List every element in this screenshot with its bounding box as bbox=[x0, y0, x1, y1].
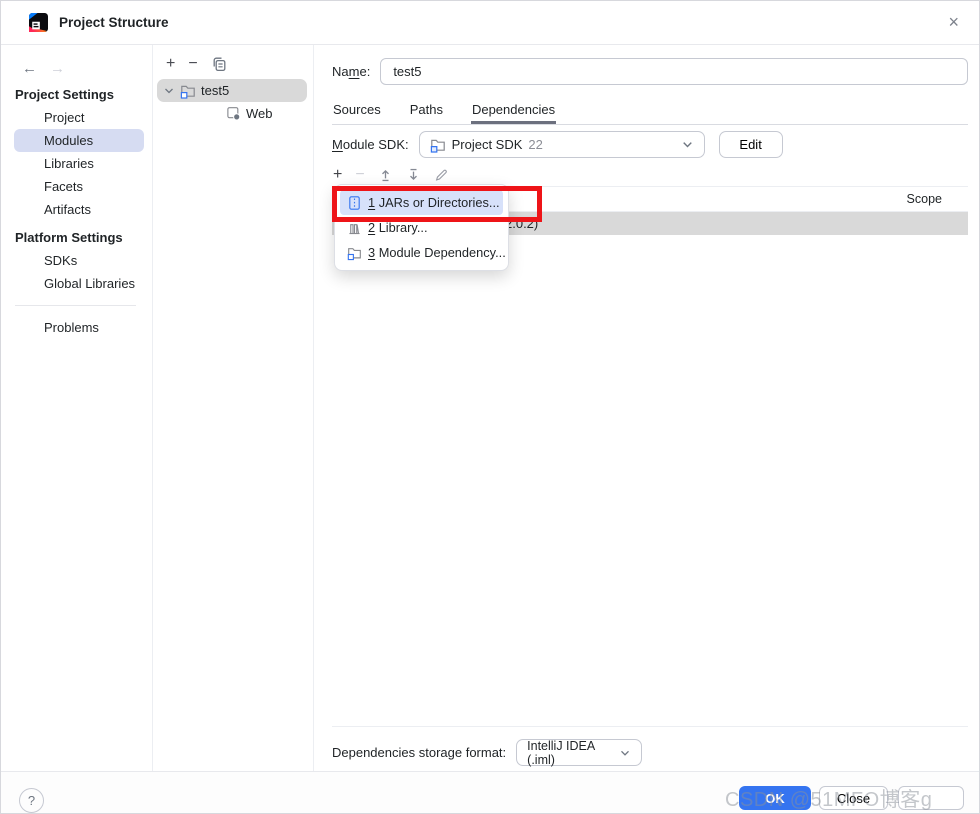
module-sdk-label: Module SDK: bbox=[332, 137, 409, 152]
menu-item-library[interactable]: 2 Library... bbox=[340, 215, 503, 240]
sidebar-divider bbox=[15, 305, 136, 306]
scope-column-header: Scope bbox=[907, 192, 942, 206]
sidebar-item-project[interactable]: Project bbox=[14, 106, 144, 129]
edit-dependency-pencil-icon[interactable] bbox=[434, 167, 449, 183]
project-structure-dialog: Project Structure × ← → Project Settings… bbox=[0, 0, 980, 814]
module-sdk-select[interactable]: Project SDK 22 bbox=[419, 131, 705, 158]
dialog-title: Project Structure bbox=[59, 15, 169, 30]
intellij-idea-logo-icon bbox=[29, 13, 48, 32]
remove-dependency-button[interactable]: − bbox=[355, 166, 364, 184]
add-dependency-button[interactable]: + bbox=[333, 166, 342, 184]
sidebar-item-facets[interactable]: Facets bbox=[14, 175, 144, 198]
storage-format-value: IntelliJ IDEA (.iml) bbox=[527, 739, 613, 767]
module-name-input[interactable] bbox=[380, 58, 968, 85]
menu-item-module-dependency[interactable]: 3 Module Dependency... bbox=[340, 240, 503, 265]
module-icon bbox=[347, 245, 362, 261]
platform-settings-header: Platform Settings bbox=[1, 227, 152, 249]
edit-sdk-button[interactable]: Edit bbox=[719, 131, 783, 158]
help-icon: ? bbox=[28, 793, 35, 808]
module-sdk-version: 22 bbox=[528, 137, 542, 152]
add-module-button[interactable]: + bbox=[166, 55, 175, 73]
project-settings-header: Project Settings bbox=[1, 84, 152, 106]
storage-format-select[interactable]: IntelliJ IDEA (.iml) bbox=[516, 739, 642, 766]
tab-sources[interactable]: Sources bbox=[332, 97, 382, 124]
help-button[interactable]: ? bbox=[19, 788, 44, 813]
tree-row-web[interactable]: Web bbox=[153, 102, 313, 125]
sdk-icon bbox=[430, 137, 446, 153]
editor-tabs: Sources Paths Dependencies bbox=[332, 97, 968, 125]
web-facet-icon bbox=[226, 106, 241, 121]
sidebar-item-global-libraries[interactable]: Global Libraries bbox=[14, 272, 144, 295]
dependencies-toolbar: + − bbox=[333, 165, 449, 185]
tab-dependencies[interactable]: Dependencies bbox=[471, 97, 556, 124]
ok-button[interactable]: OK bbox=[739, 786, 811, 810]
sidebar-item-libraries[interactable]: Libraries bbox=[14, 152, 144, 175]
sidebar-item-modules[interactable]: Modules bbox=[14, 129, 144, 152]
module-tree: test5 Web bbox=[153, 79, 313, 125]
tab-paths[interactable]: Paths bbox=[409, 97, 444, 124]
add-dependency-popup-menu: 1 JARs or Directories... 2 Library... 3 … bbox=[334, 184, 509, 271]
tree-node-label: Web bbox=[246, 106, 273, 121]
copy-module-icon[interactable] bbox=[211, 56, 227, 72]
sidebar-item-problems[interactable]: Problems bbox=[14, 316, 144, 339]
back-arrow-icon[interactable]: ← bbox=[22, 60, 37, 77]
remove-module-button[interactable]: − bbox=[188, 55, 197, 73]
chevron-down-icon bbox=[619, 747, 631, 759]
name-label: Name: bbox=[332, 64, 370, 79]
settings-sidebar: ← → Project Settings Project Modules Lib… bbox=[1, 45, 153, 771]
module-tree-panel: + − test5 bbox=[153, 45, 314, 771]
apply-button[interactable] bbox=[898, 786, 964, 810]
sidebar-item-artifacts[interactable]: Artifacts bbox=[14, 198, 144, 221]
footer-bar: ? OK Close bbox=[1, 771, 979, 814]
title-bar: Project Structure × bbox=[1, 1, 979, 45]
tree-row-test5[interactable]: test5 bbox=[153, 79, 313, 102]
module-sdk-value: Project SDK bbox=[452, 137, 523, 152]
chevron-down-icon[interactable] bbox=[163, 85, 175, 97]
move-down-icon[interactable] bbox=[406, 167, 421, 183]
menu-item-jars-or-directories[interactable]: 1 JARs or Directories... bbox=[340, 190, 503, 215]
tree-node-label: test5 bbox=[201, 83, 229, 98]
chevron-down-icon bbox=[681, 138, 694, 151]
module-icon bbox=[180, 83, 196, 99]
jar-file-icon bbox=[347, 195, 362, 211]
move-up-icon[interactable] bbox=[378, 167, 393, 183]
module-editor-panel: Name: Sources Paths Dependencies Module … bbox=[314, 45, 980, 771]
sidebar-item-sdks[interactable]: SDKs bbox=[14, 249, 144, 272]
close-button[interactable]: Close bbox=[819, 786, 888, 810]
dependency-row-text: 2.0.2) bbox=[505, 216, 538, 231]
close-icon[interactable]: × bbox=[948, 12, 959, 32]
forward-arrow-icon[interactable]: → bbox=[50, 60, 65, 77]
library-icon bbox=[347, 220, 362, 236]
storage-format-label: Dependencies storage format: bbox=[332, 745, 506, 760]
